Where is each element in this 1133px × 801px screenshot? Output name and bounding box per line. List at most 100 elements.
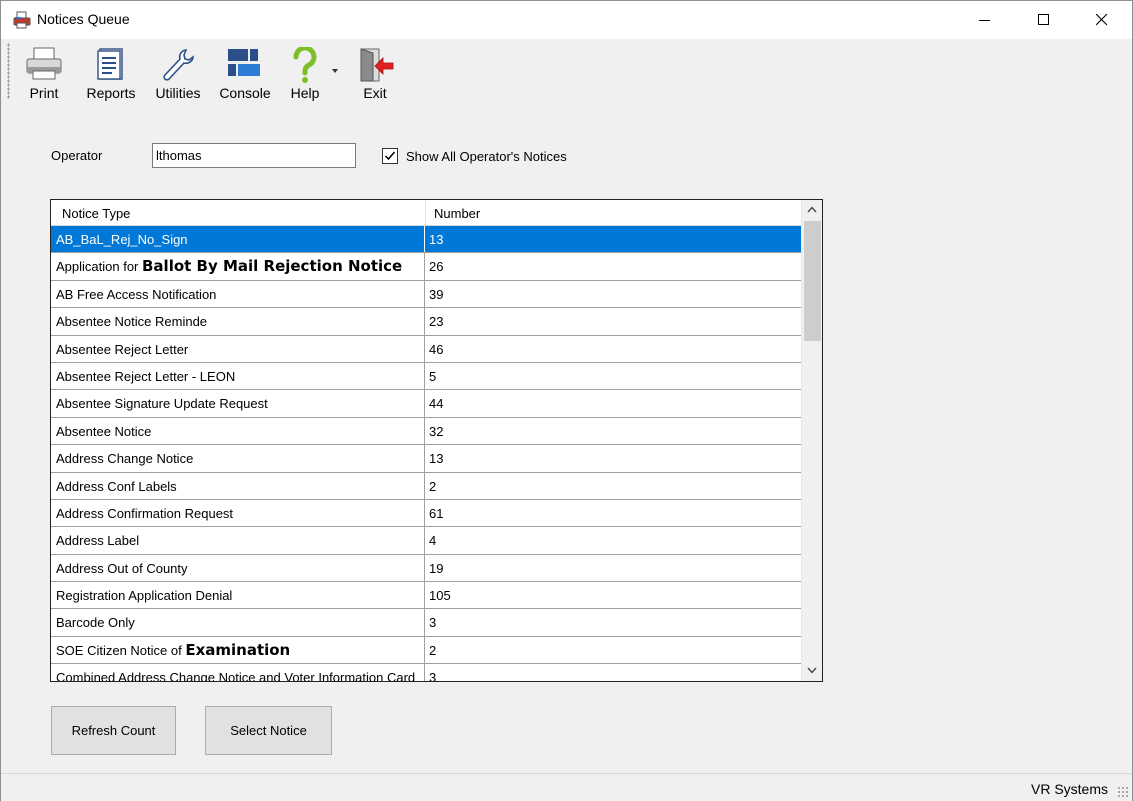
table-row[interactable]: Registration Application Denial 105 (51, 582, 801, 610)
number-cell: 39 (429, 286, 444, 302)
console-button[interactable]: Console (215, 43, 275, 101)
notice-type-cell: Address Confirmation Request (51, 499, 425, 527)
help-label: Help (290, 85, 320, 101)
scroll-down-button[interactable] (802, 661, 822, 681)
scroll-thumb[interactable] (804, 221, 821, 341)
help-button[interactable]: Help (283, 43, 327, 101)
printer-icon (25, 47, 63, 84)
notice-type-text: Application for (56, 259, 142, 275)
close-icon (1096, 14, 1108, 26)
notice-type-cell: Address Conf Labels (51, 472, 425, 499)
refresh-count-button[interactable]: Refresh Count (51, 706, 176, 755)
exit-door-icon (355, 47, 395, 86)
notice-type-emphasis-text: Examination (185, 640, 291, 659)
column-header-notice-type[interactable]: Notice Type (62, 206, 130, 221)
notice-type-cell: Address Label (51, 527, 425, 554)
number-cell: 2 (429, 642, 437, 658)
table-row[interactable]: Barcode Only 3 (51, 609, 801, 637)
console-label: Console (219, 85, 271, 101)
minimize-icon (979, 20, 990, 21)
notice-type-cell: Barcode Only (51, 609, 425, 636)
number-cell: 4 (429, 533, 437, 549)
table-row[interactable]: Address Conf Labels 2 (51, 472, 801, 500)
document-icon (96, 47, 126, 84)
notice-type-emphasis-text: Ballot By Mail Rejection Notice (142, 257, 403, 276)
table-row[interactable]: Absentee Notice Reminde 23 (51, 308, 801, 336)
exit-button[interactable]: Exit (351, 43, 399, 101)
toolbar-grip[interactable] (7, 43, 10, 99)
question-mark-icon (292, 45, 318, 86)
column-header-number[interactable]: Number (434, 206, 480, 221)
table-row[interactable]: Address Confirmation Request 61 (51, 499, 801, 528)
title-bar: Notices Queue (1, 1, 1132, 39)
exit-label: Exit (363, 85, 387, 101)
notice-type-cell: Address Out of County (51, 554, 425, 582)
wrench-icon (161, 47, 195, 86)
reports-label: Reports (86, 85, 136, 101)
table-row[interactable]: AB_BaL_Rej_No_Sign 13 (51, 226, 801, 254)
notice-type-cell: Absentee Reject Letter (51, 335, 425, 362)
maximize-icon (1038, 14, 1049, 25)
number-cell: 105 (429, 588, 451, 604)
notice-type-cell: Absentee Notice Reminde (51, 308, 425, 335)
window-title: Notices Queue (37, 11, 130, 27)
print-button[interactable]: Print (19, 43, 69, 101)
utilities-button[interactable]: Utilities (149, 43, 207, 101)
number-cell: 46 (429, 341, 444, 357)
close-button[interactable] (1073, 1, 1131, 39)
utilities-label: Utilities (155, 85, 201, 101)
notice-type-cell: Registration Application Denial (51, 582, 425, 609)
notice-type-text: SOE Citizen Notice of (56, 642, 186, 658)
table-row[interactable]: Absentee Reject Letter 46 (51, 335, 801, 363)
number-cell: 61 (429, 505, 444, 521)
grid-rows: AB_BaL_Rej_No_Sign 13 Application for Ball… (51, 226, 801, 682)
number-cell: 23 (429, 314, 444, 330)
table-row[interactable]: SOE Citizen Notice of Examination 2 (51, 636, 801, 665)
operator-label: Operator (51, 148, 103, 163)
number-cell: 19 (429, 560, 444, 576)
notices-grid: Notice Type Number AB_BaL_Rej_No_Sign 13 A… (50, 199, 823, 682)
chevron-up-icon (807, 206, 817, 213)
notice-type-cell: Address Change Notice (51, 445, 425, 472)
number-cell: 32 (429, 423, 444, 439)
notice-type-cell: AB Free Access Notification (51, 280, 425, 308)
minimize-button[interactable] (956, 1, 1014, 39)
notice-type-cell: Absentee Signature Update Request (51, 390, 425, 417)
reports-button[interactable]: Reports (81, 43, 141, 101)
toolbar: Print Reports Utilities Console Help Exi… (1, 39, 1132, 103)
notices-queue-window: Notices Queue Print Reports Utilities Co… (0, 0, 1133, 801)
table-row[interactable]: AB Free Access Notification 39 (51, 280, 801, 309)
console-icon (227, 47, 263, 82)
checkmark-icon (384, 151, 396, 161)
table-row[interactable]: Absentee Reject Letter - LEON 5 (51, 362, 801, 391)
table-row[interactable]: Absentee Notice 32 (51, 417, 801, 446)
notice-type-cell: AB_BaL_Rej_No_Sign (51, 226, 425, 253)
show-all-checkbox[interactable] (382, 148, 398, 164)
scroll-up-button[interactable] (802, 200, 822, 220)
number-cell: 3 (429, 670, 437, 682)
table-row[interactable]: Address Label 4 (51, 527, 801, 555)
number-cell: 44 (429, 396, 444, 412)
maximize-button[interactable] (1015, 1, 1073, 39)
number-cell: 26 (429, 259, 444, 275)
column-divider[interactable] (425, 200, 426, 226)
resize-grip-icon[interactable] (1117, 786, 1129, 798)
notice-type-cell: SOE Citizen Notice of Examination (51, 636, 425, 664)
show-all-label[interactable]: Show All Operator's Notices (406, 149, 567, 164)
notice-type-cell: Combined Address Change Notice and Voter… (51, 664, 425, 681)
table-row[interactable]: Absentee Signature Update Request 44 (51, 390, 801, 418)
notice-type-cell: Absentee Reject Letter - LEON (51, 362, 425, 390)
grid-header: Notice Type Number (51, 200, 801, 226)
status-text: VR Systems (1030, 781, 1108, 797)
table-row[interactable]: Address Change Notice 13 (51, 445, 801, 473)
select-notice-button[interactable]: Select Notice (205, 706, 332, 755)
app-printer-icon (13, 11, 31, 29)
table-row[interactable]: Combined Address Change Notice and Voter… (51, 664, 801, 682)
notice-type-cell: Absentee Notice (51, 417, 425, 445)
status-bar: VR Systems (1, 773, 1132, 801)
vertical-scrollbar[interactable] (801, 200, 822, 681)
table-row[interactable]: Address Out of County 19 (51, 554, 801, 583)
operator-input[interactable] (152, 143, 356, 168)
help-dropdown-arrow-icon[interactable] (332, 69, 338, 73)
table-row[interactable]: Application for Ballot By Mail Rejection… (51, 253, 801, 281)
